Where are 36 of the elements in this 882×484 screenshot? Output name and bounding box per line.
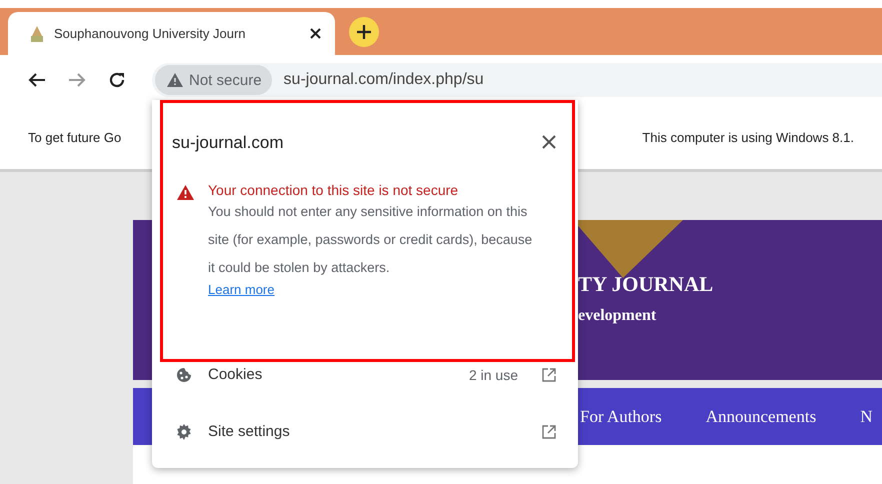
nav-link[interactable]: Announcements	[706, 406, 816, 426]
back-arrow-icon	[28, 72, 46, 88]
new-tab-button[interactable]	[349, 17, 379, 47]
external-link-icon[interactable]	[542, 368, 556, 382]
learn-more-link[interactable]: Learn more	[208, 282, 274, 297]
info-bar-text: This computer is using Windows 8.1.	[642, 130, 854, 144]
reload-icon	[108, 71, 126, 89]
nav-link[interactable]: N	[860, 406, 872, 426]
popup-row[interactable]: Site settings	[152, 403, 578, 460]
row-value: 2 in use	[468, 366, 518, 382]
info-bar-text: To get future Go	[28, 130, 122, 144]
warning-heading: Your connection to this site is not secure	[208, 182, 460, 198]
address-bar[interactable]: Not secure su-journal.com/index.php/su	[152, 63, 882, 97]
popup-domain: su-journal.com	[172, 133, 284, 153]
plus-icon	[357, 25, 371, 39]
banner-subtitle: evelopment	[578, 307, 658, 325]
row-label: Cookies	[208, 366, 264, 383]
popup-row[interactable]: Cookies 2 in use	[152, 346, 578, 403]
close-icon[interactable]	[310, 28, 321, 39]
close-button[interactable]	[542, 135, 558, 151]
security-chip[interactable]: Not secure	[155, 65, 272, 95]
nav-link[interactable]: For Authors	[580, 406, 662, 426]
row-label: Site settings	[208, 423, 291, 440]
warning-text: You should not enter any sensitive information on this site (for example, passwords or credit cards), because it could be stolen by attackers.	[208, 203, 534, 277]
cookie-icon	[176, 366, 192, 382]
tab-title: Souphanouvong University Journ	[54, 26, 247, 41]
settings-icon	[176, 424, 192, 440]
close-icon	[542, 135, 556, 149]
site-favicon	[30, 26, 44, 42]
url-text: su-journal.com/index.php/su	[284, 71, 484, 89]
banner-title: TY JOURNAL	[578, 272, 714, 297]
forward-arrow-icon	[68, 72, 86, 88]
external-link-icon[interactable]	[542, 424, 556, 438]
warning-icon	[177, 185, 194, 200]
warning-icon	[167, 73, 183, 87]
browser-tab[interactable]: Souphanouvong University Journ	[8, 12, 335, 55]
